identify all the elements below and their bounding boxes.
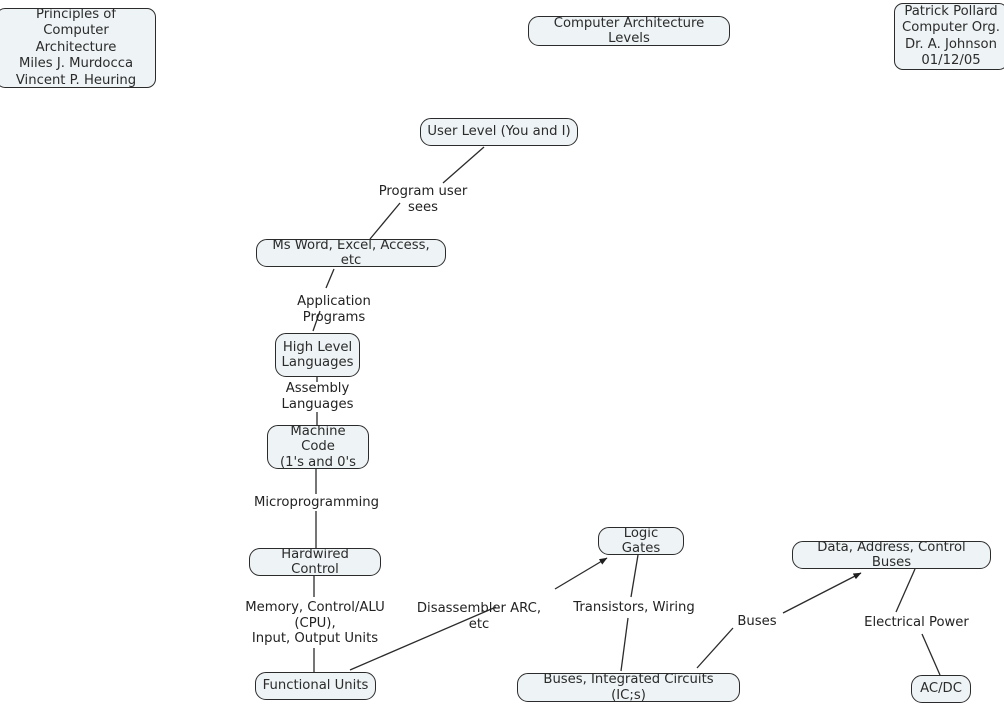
edge-label-buses: Buses bbox=[737, 614, 777, 629]
edge-label-disassembler-arc: Disassembler ARC, etc bbox=[416, 601, 542, 632]
author-note: Patrick Pollard Computer Org. Dr. A. Joh… bbox=[894, 3, 1004, 70]
node-machine-code[interactable]: Machine Code (1's and 0's bbox=[267, 424, 369, 470]
node-user-level[interactable]: User Level (You and I) bbox=[420, 118, 578, 146]
node-logic-gates[interactable]: Logic Gates bbox=[598, 526, 684, 556]
diagram-canvas: Principles of Computer Architecture Mile… bbox=[0, 0, 1004, 707]
diagram-title: Computer Architecture Levels bbox=[528, 16, 730, 46]
node-high-level-languages[interactable]: High Level Languages bbox=[275, 333, 360, 377]
edge-line-buses-2 bbox=[782, 572, 862, 614]
edge-label-program-user-sees: Program user sees bbox=[378, 184, 468, 215]
node-functional-units[interactable]: Functional Units bbox=[255, 672, 376, 700]
node-data-address-control-buses[interactable]: Data, Address, Control Buses bbox=[792, 540, 991, 570]
edge-line-transistors-wiring-2 bbox=[620, 617, 629, 672]
edge-label-assembly-languages: Assembly Languages bbox=[281, 381, 354, 412]
edge-line-application-programs bbox=[325, 268, 335, 289]
edge-line-electrical-power bbox=[895, 568, 916, 613]
edge-line-buses bbox=[696, 627, 734, 669]
edge-label-memory-control-alu: Memory, Control/ALU (CPU), Input, Output… bbox=[245, 600, 385, 647]
edge-label-microprogramming: Microprogramming bbox=[254, 495, 380, 510]
node-ms-office[interactable]: Ms Word, Excel, Access, etc bbox=[256, 238, 446, 268]
edge-label-application-programs: Application Programs bbox=[297, 294, 371, 325]
edge-line-transistors-wiring bbox=[630, 554, 639, 598]
edge-line-disassembler-arc-2 bbox=[554, 557, 608, 590]
node-buses-integrated-circuits[interactable]: Buses, Integrated Circuits (IC;s) bbox=[517, 672, 740, 703]
node-acdc[interactable]: AC/DC bbox=[911, 675, 971, 703]
edge-line-program-user-sees bbox=[442, 146, 485, 184]
edge-label-electrical-power: Electrical Power bbox=[864, 615, 969, 630]
edge-line-electrical-power-2 bbox=[921, 633, 941, 676]
book-credit-note: Principles of Computer Architecture Mile… bbox=[0, 7, 156, 88]
node-hardwired-control[interactable]: Hardwired Control bbox=[249, 547, 381, 577]
edge-label-transistors-wiring: Transistors, Wiring bbox=[573, 600, 695, 615]
